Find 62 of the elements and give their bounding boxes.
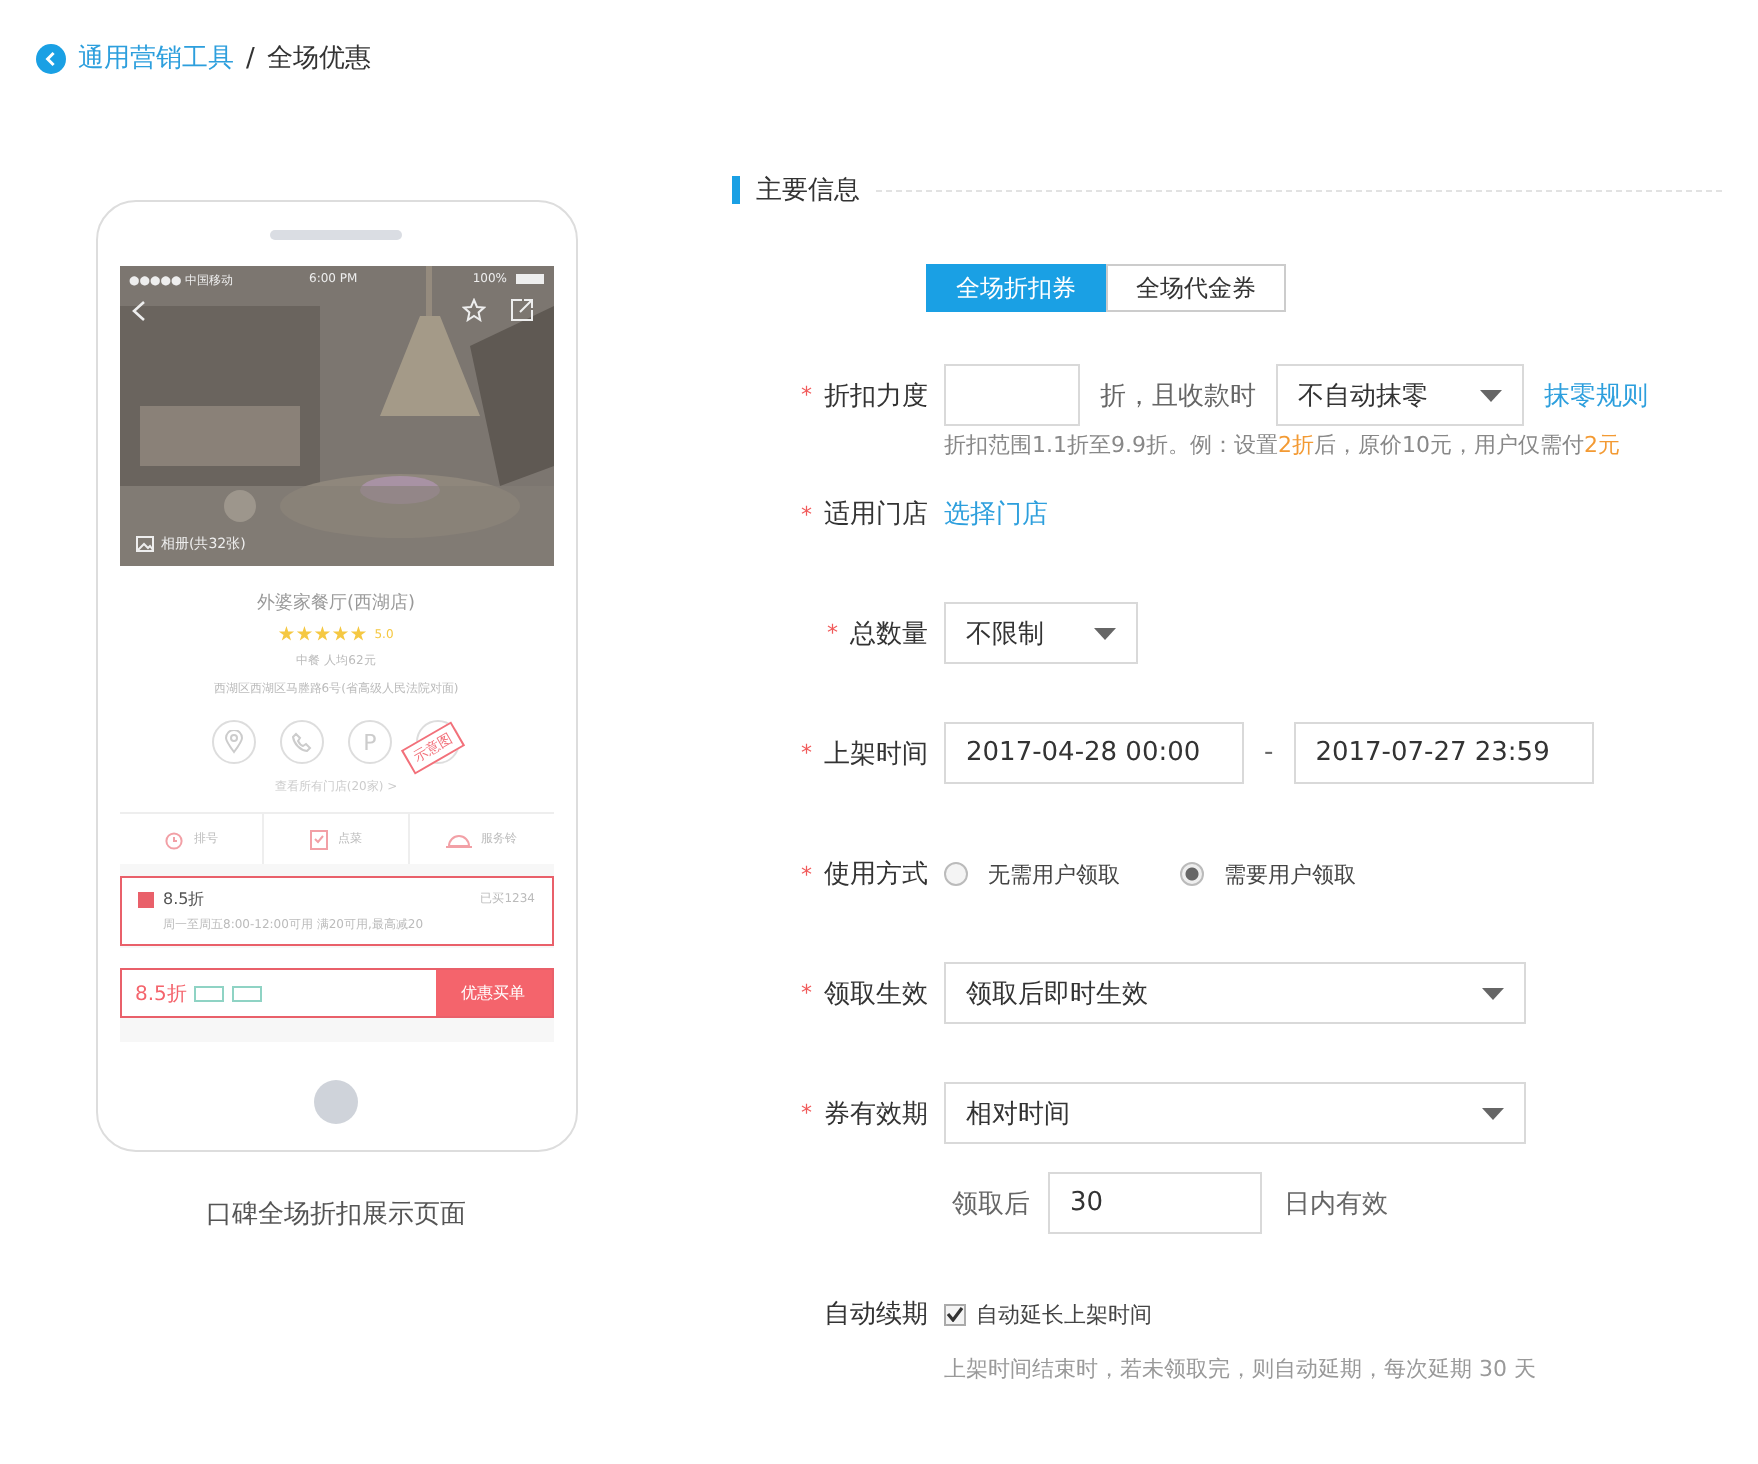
radio-option[interactable]: 需要用户领取 bbox=[1180, 859, 1356, 889]
radio-icon[interactable] bbox=[1180, 862, 1204, 886]
checkbox[interactable] bbox=[944, 1303, 966, 1325]
effective-select[interactable]: 领取后即时生效 bbox=[944, 962, 1526, 1024]
section-marker bbox=[732, 176, 740, 204]
days-input[interactable]: 30 bbox=[1048, 1172, 1262, 1234]
field-label: 折扣力度 bbox=[824, 379, 928, 413]
clipboard-icon bbox=[310, 828, 328, 850]
checkbox-option[interactable]: 自动延长上架时间 bbox=[944, 1299, 1152, 1329]
breadcrumb-current: 全场优惠 bbox=[266, 42, 371, 76]
back-icon[interactable] bbox=[36, 43, 66, 73]
required-asterisk: * bbox=[801, 501, 812, 527]
tag bbox=[194, 985, 225, 1001]
phone-icon bbox=[280, 720, 324, 764]
radio-icon[interactable] bbox=[944, 862, 968, 886]
validity-suffix: 日内有效 bbox=[1284, 1187, 1388, 1221]
radio-option[interactable]: 无需用户领取 bbox=[944, 859, 1120, 889]
preview-caption: 口碑全场折扣展示页面 bbox=[206, 1198, 466, 1232]
field-label: 总数量 bbox=[850, 617, 928, 651]
tag bbox=[232, 985, 263, 1001]
price-text: 8.5折 bbox=[135, 981, 187, 1007]
required-asterisk: * bbox=[801, 1100, 812, 1126]
validity-prefix: 领取后 bbox=[952, 1187, 1030, 1221]
coupon-type-tab[interactable]: 全场代金券 bbox=[1106, 264, 1286, 312]
required-asterisk: * bbox=[827, 620, 838, 646]
field-label: 使用方式 bbox=[824, 858, 928, 892]
renewal-note: 上架时间结束时，若未领取完，则自动延期，每次延期 30 天 bbox=[944, 1354, 1538, 1384]
required-asterisk: * bbox=[801, 980, 812, 1006]
battery-icon bbox=[515, 274, 543, 284]
phone-speaker bbox=[270, 230, 402, 240]
shop-name: 外婆家餐厅(西湖店) bbox=[256, 591, 416, 616]
discount-unit: 折，且收款时 bbox=[1100, 379, 1256, 413]
caret-icon bbox=[1482, 1107, 1504, 1119]
section-title: 主要信息 bbox=[756, 174, 860, 208]
service-bell-icon bbox=[445, 830, 472, 848]
end-time-input[interactable]: 2017-07-27 23:59 bbox=[1293, 722, 1594, 784]
star-icon bbox=[461, 298, 485, 322]
required-asterisk: * bbox=[801, 861, 812, 887]
location-icon bbox=[212, 720, 256, 764]
caret-icon bbox=[1480, 389, 1502, 401]
coupon-icon bbox=[137, 891, 153, 907]
breadcrumb-separator: / bbox=[246, 43, 255, 73]
start-time-input[interactable]: 2017-04-28 00:00 bbox=[944, 722, 1244, 784]
coupon-title: 8.5折 bbox=[163, 888, 205, 910]
field-label: 上架时间 bbox=[824, 737, 928, 771]
field-label: 领取生效 bbox=[824, 977, 928, 1011]
caret-icon bbox=[1482, 987, 1504, 999]
discount-input[interactable] bbox=[944, 364, 1080, 426]
required-asterisk: * bbox=[801, 740, 812, 766]
field-label: 适用门店 bbox=[824, 498, 928, 532]
validity-select[interactable]: 相对时间 bbox=[944, 1082, 1526, 1144]
share-icon bbox=[509, 298, 533, 322]
alarm-clock-icon bbox=[163, 829, 184, 849]
rounding-select[interactable]: 不自动抹零 bbox=[1276, 364, 1524, 426]
required-asterisk: * bbox=[801, 382, 812, 408]
field-label: 券有效期 bbox=[824, 1097, 928, 1131]
album-icon bbox=[135, 536, 153, 552]
field-label: 自动续期 bbox=[824, 1298, 928, 1332]
quantity-select[interactable]: 不限制 bbox=[944, 602, 1138, 664]
caret-icon bbox=[1094, 627, 1116, 639]
range-separator: - bbox=[1264, 738, 1274, 768]
discount-hint: 折扣范围1.1折至9.9折。例：设置2折后，原价10元，用户仅需付2元 bbox=[944, 430, 1622, 460]
